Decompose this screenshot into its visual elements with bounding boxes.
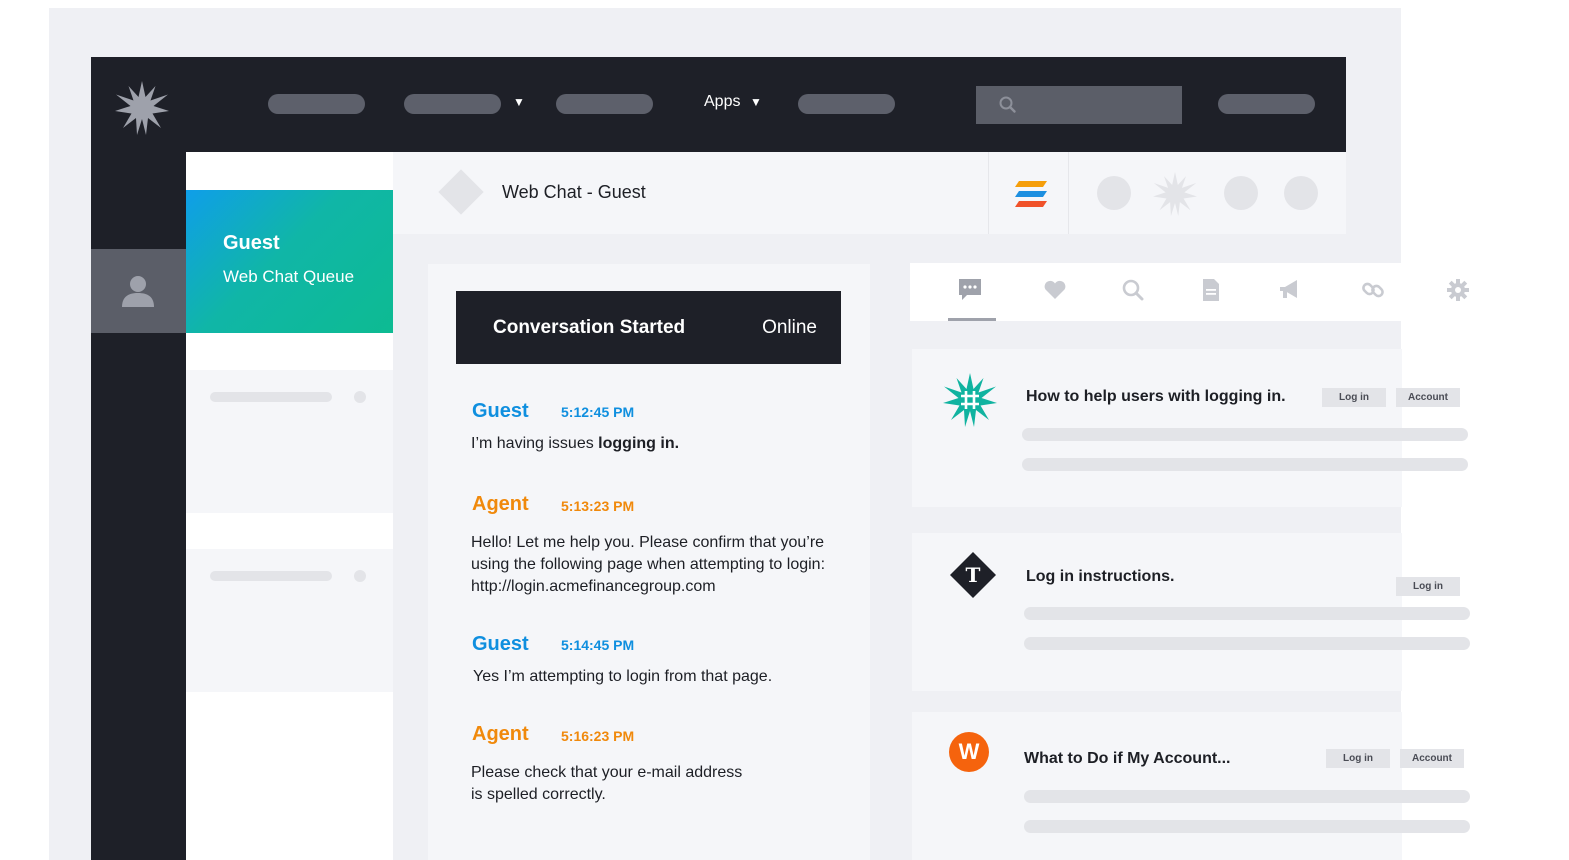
nav-item-placeholder-4[interactable]: [798, 94, 895, 114]
message-timestamp: 5:16:23 PM: [561, 728, 635, 744]
queue-item-placeholder-line: [210, 392, 332, 402]
heart-icon: [1044, 280, 1066, 299]
starburst-action-icon[interactable]: [1153, 172, 1197, 216]
nav-item-placeholder-2[interactable]: [404, 94, 501, 114]
article-title[interactable]: Log in instructions.: [1026, 568, 1174, 586]
tab-chat[interactable]: [957, 277, 987, 307]
header-divider: [1068, 152, 1069, 234]
active-tab-indicator: [948, 318, 996, 321]
message-body: Please check that your e-mail address is…: [471, 764, 743, 803]
nav-apps-menu[interactable]: Apps: [704, 93, 740, 111]
document-icon: [1203, 279, 1219, 301]
article-snippet-placeholder: [1024, 607, 1470, 620]
link-icon: [1362, 282, 1384, 298]
tab-search[interactable]: [1120, 277, 1150, 307]
agent-avatar[interactable]: [91, 249, 186, 333]
header-action-circle-1[interactable]: [1097, 176, 1131, 210]
header-action-circle-3[interactable]: [1284, 176, 1318, 210]
article-snippet-placeholder: [1022, 458, 1468, 471]
article-snippet-placeholder: [1024, 637, 1470, 650]
queue-item-name: Guest: [223, 232, 280, 254]
conversation-started-label: Conversation Started: [493, 317, 686, 338]
gear-icon: [1447, 279, 1469, 301]
knowledge-article-card[interactable]: How to help users with logging in. Log i…: [912, 349, 1468, 507]
header-divider: [988, 152, 989, 234]
knowledge-article-card[interactable]: T Log in instructions. Log in: [912, 533, 1470, 691]
conversation-status-label: Online: [762, 317, 817, 338]
tab-announcements[interactable]: [1277, 277, 1307, 307]
queue-item-active[interactable]: Guest Web Chat Queue: [186, 190, 393, 333]
header-action-circle-2[interactable]: [1224, 176, 1258, 210]
layers-stack-icon[interactable]: [1015, 181, 1047, 207]
knowledge-article-card[interactable]: W What to Do if My Account... Log in Acc…: [912, 712, 1470, 860]
search-icon: [999, 96, 1016, 113]
starburst-hash-icon: [943, 373, 997, 427]
conversation-status-banner: Conversation Started Online: [456, 291, 841, 364]
message-body: Yes I’m attempting to login from that pa…: [473, 668, 773, 685]
queue-item-queue-name: Web Chat Queue: [223, 267, 355, 286]
article-snippet-placeholder: [1022, 428, 1468, 441]
message-body: Hello! Let me help you. Please confirm t…: [471, 532, 851, 598]
tab-favorites[interactable]: [1042, 277, 1072, 307]
chat-transcript-panel: Conversation Started Online Guest 5:12:4…: [428, 264, 870, 860]
queue-item[interactable]: [186, 370, 393, 513]
search-icon: [1122, 279, 1144, 301]
megaphone-icon: [1280, 280, 1297, 298]
article-tag[interactable]: Log in: [1326, 749, 1390, 768]
message-timestamp: 5:12:45 PM: [561, 404, 635, 420]
left-rail: [91, 152, 186, 860]
nav-item-placeholder-3[interactable]: [556, 94, 653, 114]
nav-item-placeholder-1[interactable]: [268, 94, 365, 114]
article-title[interactable]: How to help users with logging in.: [1026, 388, 1286, 406]
user-icon: [122, 276, 154, 307]
message-timestamp: 5:13:23 PM: [561, 498, 635, 514]
article-tag[interactable]: Log in: [1322, 388, 1386, 407]
nav-user-menu-placeholder[interactable]: [1218, 94, 1315, 114]
svg-text:T: T: [966, 563, 981, 587]
queue-item-status-dot: [354, 391, 366, 403]
queue-item-placeholder-line: [210, 571, 332, 581]
conversation-header: Web Chat - Guest: [393, 152, 1346, 234]
message-timestamp: 5:14:45 PM: [561, 637, 635, 653]
global-search-input[interactable]: [976, 86, 1182, 124]
message-sender: Agent: [472, 723, 529, 745]
queue-item[interactable]: [186, 549, 393, 692]
tab-settings[interactable]: [1445, 277, 1475, 307]
article-snippet-placeholder: [1024, 790, 1470, 803]
w-circle-icon: W: [949, 732, 989, 772]
knowledge-tabs: [910, 263, 1530, 321]
message-link[interactable]: http://login.acmefinancegroup.com: [471, 576, 851, 598]
conversation-queue-list: Guest Web Chat Queue: [186, 152, 393, 860]
article-tag[interactable]: Account: [1400, 749, 1464, 768]
message-body: I’m having issues logging in.: [471, 435, 680, 452]
queue-item-status-dot: [354, 570, 366, 582]
top-navigation-bar: ▼ Apps ▼: [91, 57, 1346, 152]
article-title[interactable]: What to Do if My Account...: [1024, 750, 1231, 768]
message-sender: Guest: [472, 633, 529, 655]
nav-dropdown-caret-icon[interactable]: ▼: [513, 95, 525, 109]
channel-diamond-icon: [438, 169, 484, 215]
article-tag[interactable]: Account: [1396, 388, 1460, 407]
message-sender: Guest: [472, 400, 529, 422]
apps-dropdown-caret-icon[interactable]: ▼: [750, 95, 762, 109]
conversation-title: Web Chat - Guest: [502, 182, 646, 202]
message-sender: Agent: [472, 493, 529, 515]
chat-bubble-icon: [959, 279, 981, 300]
article-snippet-placeholder: [1024, 820, 1470, 833]
tab-documents[interactable]: [1198, 277, 1228, 307]
article-tag[interactable]: Log in: [1396, 577, 1460, 596]
t-diamond-icon: T: [950, 552, 996, 598]
starburst-logo-icon[interactable]: [115, 81, 169, 135]
tab-links[interactable]: [1360, 277, 1390, 307]
